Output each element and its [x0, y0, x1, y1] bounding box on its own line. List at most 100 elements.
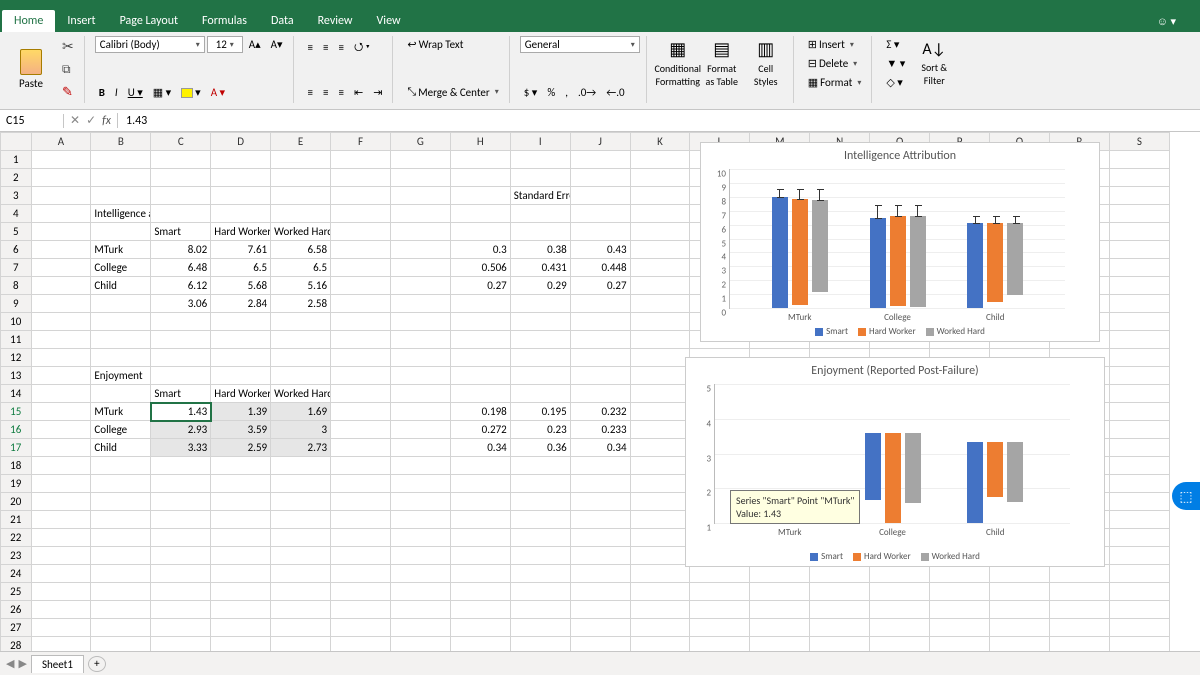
- col-header[interactable]: S: [1109, 133, 1169, 151]
- cell-Q27[interactable]: [990, 619, 1050, 637]
- cell-A18[interactable]: [31, 457, 91, 475]
- tab-home[interactable]: Home: [2, 10, 55, 32]
- bold-button[interactable]: B: [95, 84, 109, 101]
- decrease-indent-button[interactable]: ⇤: [350, 84, 367, 101]
- cell-C1[interactable]: [151, 151, 211, 169]
- cell-C6[interactable]: 8.02: [151, 241, 211, 259]
- tab-review[interactable]: Review: [306, 10, 365, 32]
- cell-E5[interactable]: Worked Hard: [271, 223, 331, 241]
- cell-I9[interactable]: [510, 295, 570, 313]
- cell-A1[interactable]: [31, 151, 91, 169]
- underline-button[interactable]: U ▾: [124, 84, 147, 101]
- cell-E20[interactable]: [271, 493, 331, 511]
- currency-button[interactable]: $ ▾: [520, 84, 542, 101]
- cell-B1[interactable]: [91, 151, 151, 169]
- insert-cells-button[interactable]: ⊞ Insert: [804, 36, 866, 53]
- cell-E1[interactable]: [271, 151, 331, 169]
- autosum-button[interactable]: Σ ▾: [882, 36, 909, 53]
- cut-button[interactable]: ✂: [58, 36, 78, 57]
- cell-C24[interactable]: [151, 565, 211, 583]
- cell-S26[interactable]: [1109, 601, 1169, 619]
- cell-E8[interactable]: 5.16: [271, 277, 331, 295]
- cell-F27[interactable]: [331, 619, 391, 637]
- cell-A11[interactable]: [31, 331, 91, 349]
- cell-C12[interactable]: [151, 349, 211, 367]
- cell-B9[interactable]: [91, 295, 151, 313]
- cell-B27[interactable]: [91, 619, 151, 637]
- cell-G10[interactable]: [390, 313, 450, 331]
- cell-J6[interactable]: 0.43: [570, 241, 630, 259]
- cell-H1[interactable]: [450, 151, 510, 169]
- font-family-select[interactable]: Calibri (Body): [95, 36, 205, 53]
- cell-K7[interactable]: [630, 259, 690, 277]
- cell-G24[interactable]: [390, 565, 450, 583]
- cell-S1[interactable]: [1109, 151, 1169, 169]
- cell-L24[interactable]: [690, 565, 750, 583]
- cell-H12[interactable]: [450, 349, 510, 367]
- cell-A22[interactable]: [31, 529, 91, 547]
- cell-A23[interactable]: [31, 547, 91, 565]
- col-header[interactable]: G: [390, 133, 450, 151]
- cell-S5[interactable]: [1109, 223, 1169, 241]
- chart-intelligence-attribution[interactable]: Intelligence Attribution 012345678910MTu…: [700, 142, 1100, 342]
- cell-D7[interactable]: 6.5: [211, 259, 271, 277]
- cell-C4[interactable]: [151, 205, 211, 223]
- cell-D2[interactable]: [211, 169, 271, 187]
- cell-I6[interactable]: 0.38: [510, 241, 570, 259]
- cell-A26[interactable]: [31, 601, 91, 619]
- cell-F25[interactable]: [331, 583, 391, 601]
- clear-button[interactable]: ◇ ▾: [882, 74, 909, 91]
- cell-J3[interactable]: [570, 187, 630, 205]
- cell-K20[interactable]: [630, 493, 690, 511]
- cell-H7[interactable]: 0.506: [450, 259, 510, 277]
- cell-J16[interactable]: 0.233: [570, 421, 630, 439]
- chart-enjoyment[interactable]: Enjoyment (Reported Post-Failure) 12345M…: [685, 357, 1105, 567]
- cell-G14[interactable]: [390, 385, 450, 403]
- align-top-button[interactable]: ≡: [304, 39, 317, 56]
- cell-D10[interactable]: [211, 313, 271, 331]
- align-bottom-button[interactable]: ≡: [334, 39, 347, 56]
- cell-K21[interactable]: [630, 511, 690, 529]
- cell-A20[interactable]: [31, 493, 91, 511]
- cell-S15[interactable]: [1109, 403, 1169, 421]
- cell-D16[interactable]: 3.59: [211, 421, 271, 439]
- cell-D6[interactable]: 7.61: [211, 241, 271, 259]
- cell-G4[interactable]: [390, 205, 450, 223]
- row-header[interactable]: 3: [1, 187, 32, 205]
- col-header[interactable]: C: [151, 133, 211, 151]
- cell-D12[interactable]: [211, 349, 271, 367]
- cell-F19[interactable]: [331, 475, 391, 493]
- cell-J24[interactable]: [570, 565, 630, 583]
- cell-A4[interactable]: [31, 205, 91, 223]
- cell-I26[interactable]: [510, 601, 570, 619]
- cell-I21[interactable]: [510, 511, 570, 529]
- cell-K19[interactable]: [630, 475, 690, 493]
- cell-A3[interactable]: [31, 187, 91, 205]
- cell-O28[interactable]: [870, 637, 930, 652]
- col-header[interactable]: H: [450, 133, 510, 151]
- cell-P26[interactable]: [930, 601, 990, 619]
- cell-A28[interactable]: [31, 637, 91, 652]
- cell-F15[interactable]: [331, 403, 391, 421]
- cell-G28[interactable]: [390, 637, 450, 652]
- cell-C9[interactable]: 3.06: [151, 295, 211, 313]
- cell-K8[interactable]: [630, 277, 690, 295]
- cell-F14[interactable]: [331, 385, 391, 403]
- cell-E12[interactable]: [271, 349, 331, 367]
- cell-E27[interactable]: [271, 619, 331, 637]
- cell-G15[interactable]: [390, 403, 450, 421]
- cell-S10[interactable]: [1109, 313, 1169, 331]
- italic-button[interactable]: I: [111, 84, 122, 101]
- cell-S17[interactable]: [1109, 439, 1169, 457]
- cell-J9[interactable]: [570, 295, 630, 313]
- cell-E24[interactable]: [271, 565, 331, 583]
- orientation-button[interactable]: ⭯ ▾: [350, 36, 374, 59]
- cell-C2[interactable]: [151, 169, 211, 187]
- cell-F8[interactable]: [331, 277, 391, 295]
- cell-F11[interactable]: [331, 331, 391, 349]
- cell-K25[interactable]: [630, 583, 690, 601]
- cell-C7[interactable]: 6.48: [151, 259, 211, 277]
- cell-J4[interactable]: [570, 205, 630, 223]
- cell-E11[interactable]: [271, 331, 331, 349]
- cell-S18[interactable]: [1109, 457, 1169, 475]
